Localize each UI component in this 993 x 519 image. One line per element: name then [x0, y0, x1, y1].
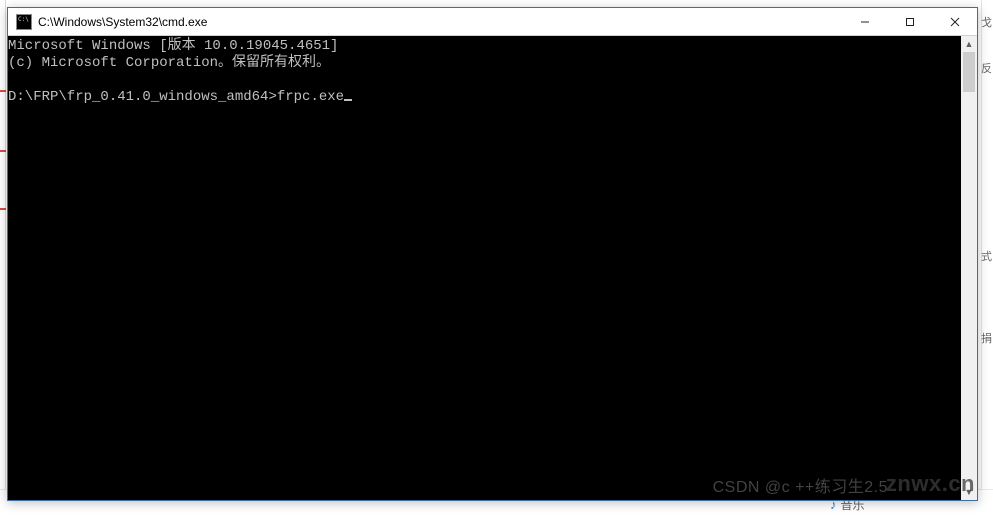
console-line: (c) Microsoft Corporation。保留所有权利。	[8, 55, 330, 71]
scroll-track[interactable]	[961, 52, 977, 484]
bg-left-ruler	[0, 0, 6, 519]
bg-char: 戈	[981, 14, 992, 30]
window-title: C:\Windows\System32\cmd.exe	[38, 15, 842, 29]
vertical-scrollbar[interactable]: ▲ ▼	[961, 36, 977, 500]
text-cursor	[344, 99, 352, 101]
close-icon	[950, 17, 960, 27]
maximize-button[interactable]	[887, 8, 932, 35]
console-line: Microsoft Windows [版本 10.0.19045.4651]	[8, 38, 338, 54]
console-body[interactable]: Microsoft Windows [版本 10.0.19045.4651] (…	[8, 36, 977, 500]
console-output[interactable]: Microsoft Windows [版本 10.0.19045.4651] (…	[8, 36, 961, 500]
minimize-button[interactable]	[842, 8, 887, 35]
scroll-thumb[interactable]	[963, 52, 975, 92]
scroll-up-button[interactable]: ▲	[961, 36, 977, 52]
window-controls	[842, 8, 977, 35]
prompt-path: D:\FRP\frp_0.41.0_windows_amd64>	[8, 89, 277, 105]
bg-red-stripe	[0, 150, 6, 152]
typed-command: frpc.exe	[277, 89, 344, 105]
bg-red-stripe	[0, 208, 6, 210]
bg-char: 式	[981, 248, 992, 264]
cmd-icon	[16, 14, 32, 30]
maximize-icon	[905, 17, 915, 27]
minimize-icon	[860, 17, 870, 27]
cmd-window: C:\Windows\System32\cmd.exe Microsoft Wi…	[7, 7, 978, 501]
close-button[interactable]	[932, 8, 977, 35]
bg-char: 捐	[981, 330, 992, 346]
scroll-down-button[interactable]: ▼	[961, 484, 977, 500]
bg-char: 反	[981, 60, 992, 76]
bg-red-stripe	[0, 90, 6, 92]
titlebar[interactable]: C:\Windows\System32\cmd.exe	[8, 8, 977, 36]
